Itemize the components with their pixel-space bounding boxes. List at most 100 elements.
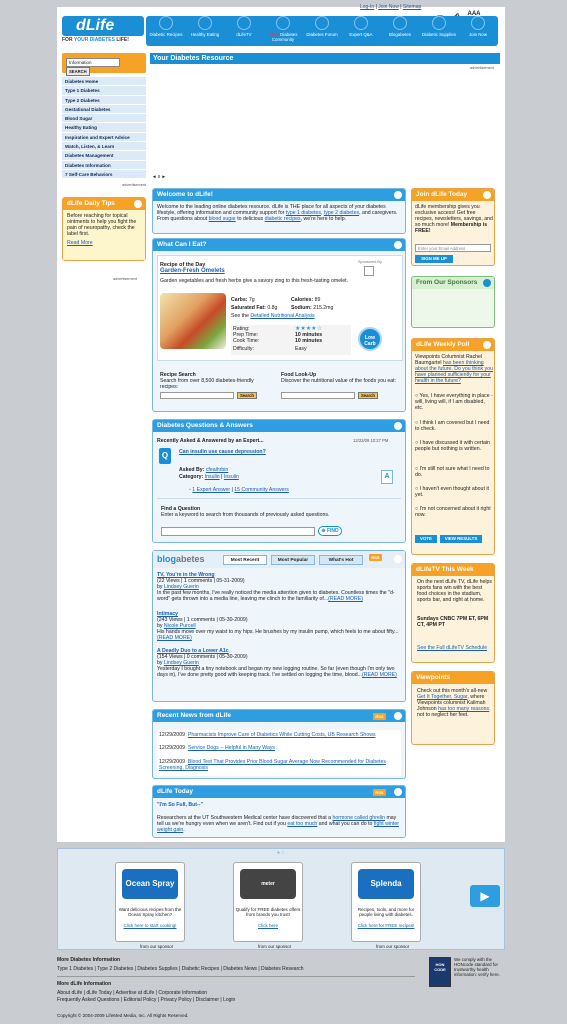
blog-rss-button[interactable]: RSS [369,554,382,561]
poll-option[interactable]: ○ I think I am covered but I need to che… [415,420,493,432]
tab-most-popular[interactable]: Most Popular [271,555,315,565]
copyright: Copyright © 2004-2009 LifeMed Media, Inc… [57,1013,189,1018]
carousel-dots[interactable]: ● ○ [277,850,284,856]
category-link-1[interactable]: Insulin [205,474,220,480]
food-lookup-input[interactable] [281,392,355,399]
expert-answer-link[interactable]: 1 Expert Answer [192,487,230,493]
community-answers-link[interactable]: 15 Community Answers [234,487,289,493]
blogabetes-logo[interactable]: blogabetes [157,554,205,564]
carousel-next-button[interactable]: ▶ [470,885,500,907]
read-more-link[interactable]: (READ MORE) [362,672,397,678]
view-results-button[interactable]: VIEW RESULTS [440,535,482,543]
vote-button[interactable]: VOTE [415,535,437,543]
sign-me-up-button[interactable]: SIGN ME UP [415,255,453,263]
nutrition-analysis-link[interactable]: Detailed Nutritional Analysis [250,313,314,319]
blog-icon [393,16,407,30]
find-question-input[interactable] [161,527,315,536]
sidebar-item-diabetes-home[interactable]: Diabetes Home [62,77,146,87]
nav-diabetes-forum[interactable]: Diabetes Forum [304,16,340,37]
blog-post-3: A Deadly Duo to a Lower A1c (154 Views |… [157,648,397,678]
dlifetv-panel: dLifeTV This Week On the next dLife TV, … [411,563,495,663]
poll-option[interactable]: ○ I'm not concerned about it right now. [415,506,493,518]
read-more-link[interactable]: (READ MORE) [157,635,192,641]
sponsor-link[interactable]: Click here to start cooking! [116,923,184,928]
sponsor-caption: from our sponsor [376,944,410,949]
ad-label: advertisement [122,183,146,188]
sidebar-item-management[interactable]: Diabetes Management [62,151,146,161]
search-category-select[interactable]: Information [66,58,120,67]
sidebar-item-healthy-eating[interactable]: Healthy Eating [62,123,146,133]
sitemap-link[interactable]: Sitemap [403,4,421,10]
sponsor-card[interactable]: Splenda Recipes, tools, and more for peo… [351,862,421,942]
nav-join-now[interactable]: Join Now [460,16,496,37]
tab-most-recent[interactable]: Most Recent [223,555,267,565]
recipes-link[interactable]: diabetic recipes [265,216,301,222]
nav-diabetic-recipes[interactable]: Diabetic Recipes [148,16,184,37]
sidebar-item-watch-listen[interactable]: Watch, Listen, & Learn [62,142,146,152]
sponsor-link[interactable]: Click here for FREE recipes! [352,923,420,928]
asker-link[interactable]: cfeaihrbin [206,467,229,473]
tab-whats-hot[interactable]: What's Hot [319,555,363,565]
blood-sugar-link[interactable]: blood sugar [209,216,236,222]
news-item: 12/29/2009 Blood Test That Provides Prio… [159,759,386,771]
sidebar-item-self-care[interactable]: 7 Self-Care Behaviors [62,169,146,180]
nav-diabetes-community[interactable]: NEW Diabetes Community [265,16,301,42]
news-link[interactable]: Pharmacists Improve Care of Diabetics Wh… [188,732,376,738]
footer-dlife-links-1[interactable]: About dLife | dLife Today | Advertise at… [57,990,505,996]
sponsor-carousel: ● ○ Ocean Spray Want delicious recipes f… [57,848,505,950]
welcome-panel: Welcome to dLife! Welcome to the leading… [152,188,406,234]
sponsor-card[interactable]: Ocean Spray Want delicious recipes from … [115,862,185,942]
nav-diabetic-supplies[interactable]: Diabetic Supplies [421,16,457,37]
sidebar-item-information[interactable]: Diabetes Information [62,160,146,170]
sidebar-item-type2[interactable]: Type 2 Diabetes [62,95,146,105]
forum-icon [315,16,329,30]
poll-title: dLife Weekly Poll [412,339,494,351]
poll-option[interactable]: ○ I have discussed it with certain peopl… [415,440,493,452]
join-email-input[interactable]: Enter your Email Address [415,244,491,252]
find-button[interactable]: ⊕ FIND [318,526,342,536]
nav-dlifetv[interactable]: dLifeTV [226,16,262,37]
carousel-controls[interactable]: ◄ II ► [152,174,166,179]
recipe-name-link[interactable]: Garden-Fresh Omelets [160,268,225,274]
sidebar-item-type1[interactable]: Type 1 Diabetes [62,86,146,96]
join-now-link[interactable]: Join Now [378,4,399,10]
daily-tips-read-more[interactable]: Read More [67,240,141,246]
footer: More Diabetes Information Type 1 Diabete… [57,955,505,1018]
today-rss-button[interactable]: RSS [373,789,386,796]
food-lookup-button[interactable]: Search [358,392,378,399]
news-rss-button[interactable]: RSS [373,713,386,720]
apple-icon [394,241,402,249]
news-link[interactable]: Service Dogs -- Helpful in Many Ways [188,745,275,751]
omelet-image[interactable] [160,293,226,349]
tv-schedule-link[interactable]: See the Full dLifeTV Schedule [417,645,493,651]
nav-expert-qa[interactable]: Expert Q&A [343,16,379,37]
splenda-logo: Splenda [358,869,414,899]
recipe-search-button[interactable]: Search [237,392,257,399]
sidebar-item-gestational[interactable]: Gestational Diabetes [62,104,146,115]
sponsor-caption: from our sponsor [140,944,174,949]
nav-healthy-eating[interactable]: Healthy Eating [187,16,223,37]
poll-option[interactable]: ○ Yes, I have everything in place - will… [415,393,493,411]
poll-option[interactable]: ○ I haven't even thought about it yet. [415,486,493,498]
qa-question-link[interactable]: Can insulin use cause depression? [179,449,266,455]
read-more-link[interactable]: (READ MORE) [328,596,363,602]
meter-logo: meter [240,869,296,899]
sponsor-logo [364,266,374,276]
sponsor-link[interactable]: Click here [234,923,302,928]
sidebar-item-blood-sugar[interactable]: Blood Sugar [62,114,146,124]
category-link-2[interactable]: Insulin [224,474,239,480]
recipe-search-input[interactable] [160,392,234,399]
sidebar-item-inspiration[interactable]: Inspiration and Expert Advice [62,132,146,143]
footer-dlife-links-2[interactable]: Frequently Asked Questions | Editorial P… [57,997,505,1003]
dlife-logo[interactable]: dLife FOR YOUR DIABETES LIFE! [62,14,144,46]
eat-too-much-link[interactable]: eat too much [287,821,317,827]
sponsored-by: Sponsored By [358,260,382,264]
hon-code-badge[interactable]: HON CODE [429,957,451,987]
sidebar-search-button[interactable]: SEARCH [66,67,90,76]
sponsor-card[interactable]: meter Qualify for FREE diabetes offers f… [233,862,303,942]
news-link[interactable]: Blood Test That Provides Prior Blood Sug… [159,759,386,771]
poll-option[interactable]: ○ I'm still not sure what I need to do. [415,466,493,478]
nav-blogabetes[interactable]: Blogabetes [382,16,418,37]
login-link[interactable]: Log-In [360,4,374,10]
today-title: dLife Today [153,786,405,798]
